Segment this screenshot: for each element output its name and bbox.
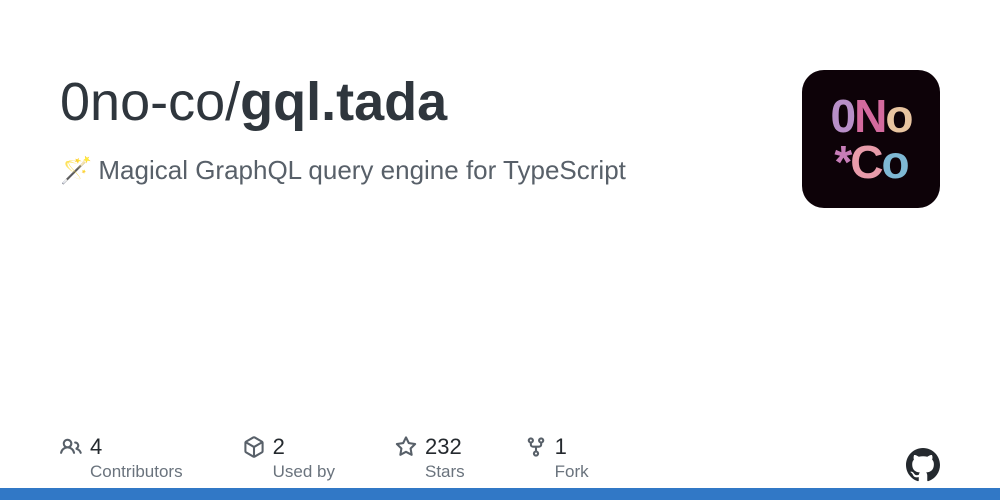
repo-title: 0no-co/gql.tada: [60, 70, 782, 135]
repo-separator: /: [225, 72, 240, 132]
language-bar: [0, 488, 1000, 500]
fork-icon: [525, 436, 547, 458]
stat-usedby: 2 Used by: [243, 434, 335, 482]
stars-label: Stars: [425, 462, 465, 482]
repo-owner: 0no-co: [60, 72, 225, 132]
contributors-value: 4: [90, 434, 102, 460]
stat-forks: 1 Fork: [525, 434, 589, 482]
people-icon: [60, 436, 82, 458]
usedby-value: 2: [273, 434, 285, 460]
stats-group: 4 Contributors 2 Used by 232 Stars: [60, 434, 589, 482]
github-icon: [906, 448, 940, 482]
org-logo: 0No *Co: [802, 70, 940, 208]
star-icon: [395, 436, 417, 458]
forks-label: Fork: [555, 462, 589, 482]
stat-stars: 232 Stars: [395, 434, 465, 482]
contributors-label: Contributors: [90, 462, 183, 482]
forks-value: 1: [555, 434, 567, 460]
stat-contributors: 4 Contributors: [60, 434, 183, 482]
usedby-label: Used by: [273, 462, 335, 482]
package-icon: [243, 436, 265, 458]
wand-emoji: 🪄: [60, 155, 92, 185]
logo-line-1: 0No: [831, 93, 912, 139]
repo-name: gql.tada: [240, 72, 447, 132]
logo-line-2: *Co: [834, 139, 907, 185]
description-text: Magical GraphQL query engine for TypeScr…: [98, 155, 626, 185]
repo-description: 🪄Magical GraphQL query engine for TypeSc…: [60, 155, 782, 186]
stars-value: 232: [425, 434, 462, 460]
